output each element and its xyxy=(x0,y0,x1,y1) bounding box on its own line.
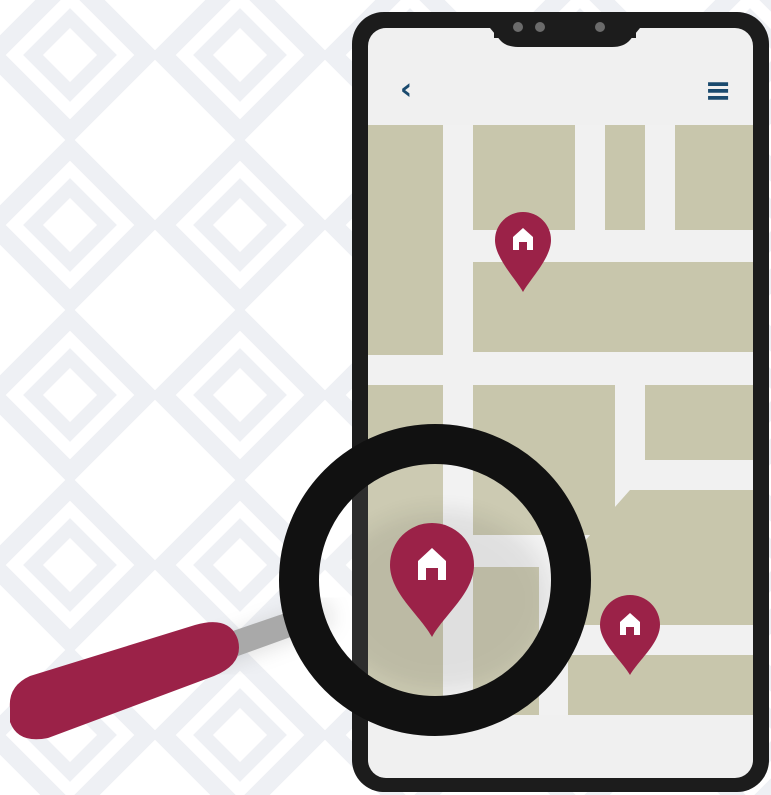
back-button[interactable]: ‹ xyxy=(388,72,424,108)
map-block xyxy=(675,125,753,230)
map-block xyxy=(368,125,443,355)
map-block xyxy=(605,125,645,230)
map-block xyxy=(645,385,753,460)
camera-dot xyxy=(535,22,545,32)
phone-notch xyxy=(490,22,640,47)
hamburger-menu-icon: ≡ xyxy=(704,71,732,109)
phone-map-illustration xyxy=(0,0,771,795)
sensor-dot xyxy=(595,22,605,32)
camera-dot xyxy=(513,22,523,32)
menu-button[interactable]: ≡ xyxy=(698,72,738,108)
chevron-left-icon: ‹ xyxy=(399,72,413,107)
map-block xyxy=(568,655,753,715)
